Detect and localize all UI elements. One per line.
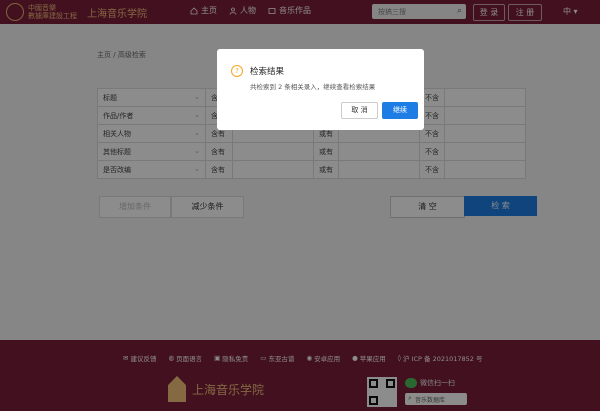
search-result-dialog: ? 检索结果 共检索到 2 条相关录入，继续查看检索结果 取 消 继续 [217, 49, 424, 130]
continue-button[interactable]: 继续 [382, 102, 418, 119]
question-icon: ? [231, 65, 243, 77]
cancel-button[interactable]: 取 消 [341, 102, 378, 119]
dialog-message: 共检索到 2 条相关录入，继续查看检索结果 [250, 83, 376, 91]
dialog-title: 检索结果 [250, 67, 285, 77]
